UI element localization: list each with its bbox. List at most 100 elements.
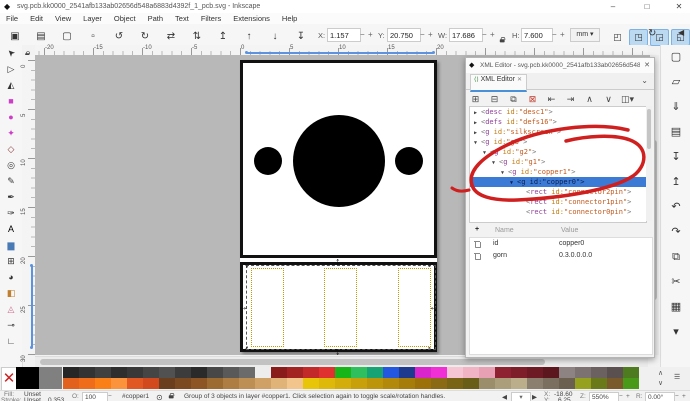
new-text-node-button[interactable]: ⊟ (488, 92, 502, 106)
expander-icon[interactable]: ▼ (483, 148, 490, 158)
h-minus-button[interactable]: − (552, 30, 557, 39)
panel-layout-button[interactable]: ◫▾ (621, 92, 635, 106)
toolbar-overflow-icon[interactable]: ↻ (648, 28, 656, 39)
palette-swatch[interactable] (607, 367, 623, 378)
palette-swatch[interactable] (287, 367, 303, 378)
xml-node-copper0[interactable]: ▼<g id:"copper0"> (470, 177, 646, 187)
palette-swatch[interactable] (175, 367, 191, 378)
cut-button[interactable]: ✂ (661, 270, 690, 295)
rotation-plus-button[interactable]: + (682, 393, 686, 400)
raise-to-top-button[interactable]: ↥ (215, 29, 231, 45)
palette-swatch[interactable] (143, 378, 159, 389)
palette-swatch[interactable] (271, 367, 287, 378)
deselect-button[interactable]: ▢ (59, 29, 75, 45)
menu-help[interactable]: Help (276, 13, 303, 23)
palette-swatch[interactable] (511, 378, 527, 389)
xml-node-g2[interactable]: ▼<g id:"g2"> (470, 147, 646, 157)
scale-stroke-toggle[interactable]: ◰ (608, 29, 627, 46)
palette-swatch[interactable] (335, 367, 351, 378)
palette-swatch[interactable] (351, 367, 367, 378)
menu-path[interactable]: Path (142, 13, 169, 23)
palette-swatch-none[interactable]: ✕ (1, 367, 17, 391)
nav-next-icon[interactable]: ▶ (532, 393, 537, 401)
tab-close-icon[interactable]: ✕ (517, 77, 522, 83)
palette-swatch-black[interactable] (16, 367, 39, 389)
palette-swatch[interactable] (447, 378, 463, 389)
menu-text[interactable]: Text (169, 13, 195, 23)
xml-node-connector0pin[interactable]: <rect id:"connector0pin"> (470, 207, 646, 217)
maximize-button[interactable]: □ (636, 0, 658, 13)
menu-file[interactable]: File (0, 13, 24, 23)
pen-tool[interactable]: ✒ (0, 189, 22, 205)
palette-swatch[interactable] (111, 367, 127, 378)
palette-swatch[interactable] (399, 367, 415, 378)
lower-to-bottom-button[interactable]: ↧ (293, 29, 309, 45)
palette-swatch[interactable] (575, 378, 591, 389)
star-tool[interactable]: ✦ (0, 125, 22, 141)
palette-swatch[interactable] (367, 378, 383, 389)
w-minus-button[interactable]: − (482, 30, 487, 39)
undo-button[interactable]: ↶ (661, 195, 690, 220)
palette-swatch[interactable] (127, 378, 143, 389)
xml-node-copper1[interactable]: ▼<g id:"copper1"> (470, 167, 646, 177)
add-attribute-button[interactable]: + (475, 226, 479, 233)
delete-node-button[interactable]: ⊠ (526, 92, 540, 106)
palette-swatch[interactable] (479, 367, 495, 378)
chevron-down-icon[interactable]: ⌄ (641, 76, 648, 85)
palette-swatch[interactable] (399, 378, 415, 389)
calligraphy-tool[interactable]: ✑ (0, 205, 22, 221)
palette-swatch[interactable] (479, 378, 495, 389)
nav-prev-icon[interactable]: ◀ (502, 393, 507, 401)
palette-swatch[interactable] (527, 367, 543, 378)
palette-swatch[interactable] (351, 378, 367, 389)
connector-tool[interactable]: ⊸ (0, 317, 22, 333)
xml-node-silkscreen[interactable]: ▶<g id:"silkscreen"> (470, 127, 646, 137)
palette-swatch[interactable] (431, 378, 447, 389)
measure-tool[interactable]: ∟ (0, 333, 22, 349)
palette-menu-icon[interactable]: ☰ (674, 373, 680, 381)
lower-button[interactable]: ↓ (267, 29, 283, 45)
commands-more-button[interactable]: ▾ (661, 320, 690, 345)
palette-swatch[interactable] (431, 367, 447, 378)
palette-swatch[interactable] (319, 367, 335, 378)
h-field[interactable] (521, 28, 553, 42)
expander-icon[interactable]: ▼ (474, 138, 481, 148)
menu-object[interactable]: Object (108, 13, 142, 23)
delete-attribute-icon[interactable] (474, 253, 480, 259)
palette-swatch[interactable] (495, 367, 511, 378)
expander-icon[interactable]: ▼ (501, 168, 508, 178)
eraser-tool[interactable]: ◬ (0, 301, 22, 317)
stroke-value[interactable]: Unset (24, 397, 41, 401)
move-node-up-button[interactable]: ∧ (583, 92, 597, 106)
rotate-ccw-button[interactable]: ↺ (111, 29, 127, 45)
fill-tool[interactable]: ◧ (0, 285, 22, 301)
palette-swatch[interactable] (383, 378, 399, 389)
expander-icon[interactable]: ▼ (492, 158, 499, 168)
palette-swatch[interactable] (495, 378, 511, 389)
unindent-node-button[interactable]: ⇤ (545, 92, 559, 106)
palette-swatch[interactable] (143, 367, 159, 378)
palette-swatch[interactable] (79, 378, 95, 389)
w-field[interactable] (449, 28, 483, 42)
y-plus-button[interactable]: + (428, 30, 433, 39)
menu-layer[interactable]: Layer (77, 13, 108, 23)
palette-swatch[interactable] (159, 367, 175, 378)
mesh-tool[interactable]: ⊞ (0, 253, 22, 269)
vertical-ruler[interactable]: 051015202530 (22, 55, 36, 355)
palette-swatch[interactable] (463, 378, 479, 389)
palette-swatch[interactable] (271, 378, 287, 389)
palette-swatch[interactable] (543, 367, 559, 378)
palette-swatch[interactable] (287, 378, 303, 389)
stroke-width-value[interactable]: 0.353 (48, 397, 64, 401)
layer-visibility-icon[interactable]: ⊙ (156, 393, 163, 401)
flip-vertical-button[interactable]: ⇅ (189, 29, 205, 45)
xml-node-connector1pin[interactable]: <rect id:"connector1pin"> (470, 197, 646, 207)
rotation-field[interactable]: 0.00° (645, 392, 675, 401)
palette-swatch[interactable] (127, 367, 143, 378)
layer-lock-icon[interactable] (168, 392, 176, 401)
xml-node-g1[interactable]: ▼<g id:"g1"> (470, 157, 646, 167)
attribute-row-id[interactable]: idcopper0 (470, 238, 652, 250)
palette-swatch[interactable] (239, 378, 255, 389)
palette-swatch[interactable] (63, 378, 79, 389)
palette-swatch[interactable] (63, 367, 79, 378)
